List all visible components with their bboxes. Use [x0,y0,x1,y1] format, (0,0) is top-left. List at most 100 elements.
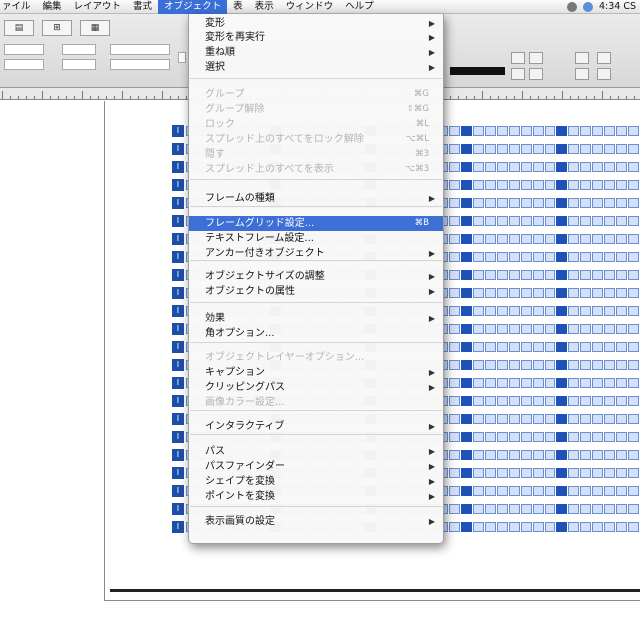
submenu-arrow-icon: ▶ [428,383,435,392]
menu-item[interactable]: 効果 ▶ [189,311,443,326]
bluetooth-icon[interactable] [582,1,593,12]
menu-item-label: スプレッド上のすべてを表示 [205,164,334,175]
align-tool-icon[interactable]: ⊞ [42,20,72,36]
grid-cell [532,162,544,172]
scale-x-field[interactable] [110,44,170,55]
grid-cell [472,252,484,262]
ruler-tick [458,96,459,99]
menu-separator [190,410,442,411]
ruler-tick [490,96,491,99]
grid-cell [592,162,604,172]
menu-item[interactable]: テキストフレーム設定... [189,231,443,246]
grid-cell [484,360,496,370]
scale-y-field[interactable] [110,59,170,70]
grid-cell [472,432,484,442]
menu-item[interactable]: 重ね順 ▶ [189,45,443,60]
menu-item[interactable]: ポイントを変換 ▶ [189,489,443,504]
menu-file[interactable]: ァイル [0,0,37,14]
grid-cell [604,522,616,532]
menu-item[interactable]: アンカー付きオブジェクト ▶ [189,246,443,261]
menu-item[interactable]: フレームグリッド設定... ⌘B [189,216,443,231]
menu-window[interactable]: ウィンドウ [280,0,340,14]
grid-cell [532,234,544,244]
ruler-tick [66,96,67,99]
menu-view[interactable]: 表示 [249,0,280,14]
distribute-tool-icon[interactable]: ▦ [80,20,110,36]
constrain-icon[interactable] [178,52,186,63]
grid-cell [508,270,520,280]
grid-cell [520,468,532,478]
swatch-icon[interactable] [575,52,589,64]
grid-cell [580,270,592,280]
zoom-icon[interactable] [511,68,525,80]
fill-icon[interactable] [529,52,543,64]
submenu-arrow-icon: ▶ [428,272,435,281]
menu-item[interactable]: インタラクティブ ▶ [189,419,443,434]
menu-edit[interactable]: 編集 [37,0,68,14]
grid-cell [520,306,532,316]
ruler-tick [130,96,131,99]
grid-cell [472,198,484,208]
grid-cell [568,252,580,262]
grid-cell [496,522,508,532]
x-position-field[interactable] [4,44,44,55]
grid-cell [484,522,496,532]
grid-cell [508,144,520,154]
opacity-icon[interactable] [529,68,543,80]
grid-cell [496,432,508,442]
close-wrap-icon[interactable] [597,68,611,80]
grid-cell [592,216,604,226]
stroke-weight-swatch[interactable] [450,67,505,75]
wrap-icon[interactable] [575,68,589,80]
object-menu-dropdown: 変形 ▶ 変形を再実行 ▶ 重ね順 ▶ 選択 ▶ グループ ⌘G グループ解除 ⇧⌘G ロック ⌘L スプレ… [188,14,444,544]
grid-cell [604,144,616,154]
status-icon[interactable] [566,1,577,12]
menu-item[interactable]: 角オプション... [189,326,443,341]
menu-item[interactable]: 変形 ▶ [189,16,443,31]
height-field[interactable] [62,59,96,70]
grid-cell [556,378,568,388]
grid-cell [544,216,556,226]
ruler-tick [186,96,187,99]
grid-cell [472,144,484,154]
grid-cell [508,180,520,190]
frame-tool-icon[interactable]: ▤ [4,20,34,36]
menu-item[interactable]: キャプション ▶ [189,365,443,380]
menu-help[interactable]: ヘルプ [339,0,380,14]
grid-cell [604,486,616,496]
grid-cell [604,342,616,352]
menu-item[interactable]: フレームの種類 ▶ [189,191,443,206]
menu-item[interactable]: シェイプを変換 ▶ [189,474,443,489]
menu-item[interactable]: オブジェクトサイズの調整 ▶ [189,269,443,284]
grid-cell [616,234,628,244]
menu-layout[interactable]: レイアウト [68,0,128,14]
grid-cell [448,360,460,370]
menu-item[interactable]: パス ▶ [189,444,443,459]
menu-item[interactable]: クリッピングパス ▶ [189,380,443,395]
grid-cell [616,378,628,388]
menu-item[interactable]: オブジェクトの属性 ▶ [189,284,443,299]
grid-cell [520,396,532,406]
grid-cell [484,234,496,244]
ruler-tick [506,96,507,99]
fit-icon[interactable] [511,52,525,64]
menu-item[interactable]: 選択 ▶ [189,60,443,75]
menu-item-label: クリッピングパス [205,382,285,393]
menu-type[interactable]: 書式 [127,0,158,14]
grid-cell [460,180,472,190]
menu-item-label: パス [205,446,225,457]
grid-icon[interactable] [597,52,611,64]
grid-cell [556,360,568,370]
y-position-field[interactable] [4,59,44,70]
grid-row-marker: I [172,251,184,263]
menu-item[interactable]: 変形を再実行 ▶ [189,30,443,45]
menu-table[interactable]: 表 [227,0,249,14]
clock[interactable]: 4:34 CS [599,1,636,12]
grid-cell [580,342,592,352]
menu-item[interactable]: パスファインダー ▶ [189,459,443,474]
width-field[interactable] [62,44,96,55]
grid-cell [532,378,544,388]
grid-cell [556,432,568,442]
menu-item[interactable]: 表示画質の設定 ▶ [189,514,443,529]
menu-object[interactable]: オブジェクト [158,0,228,14]
